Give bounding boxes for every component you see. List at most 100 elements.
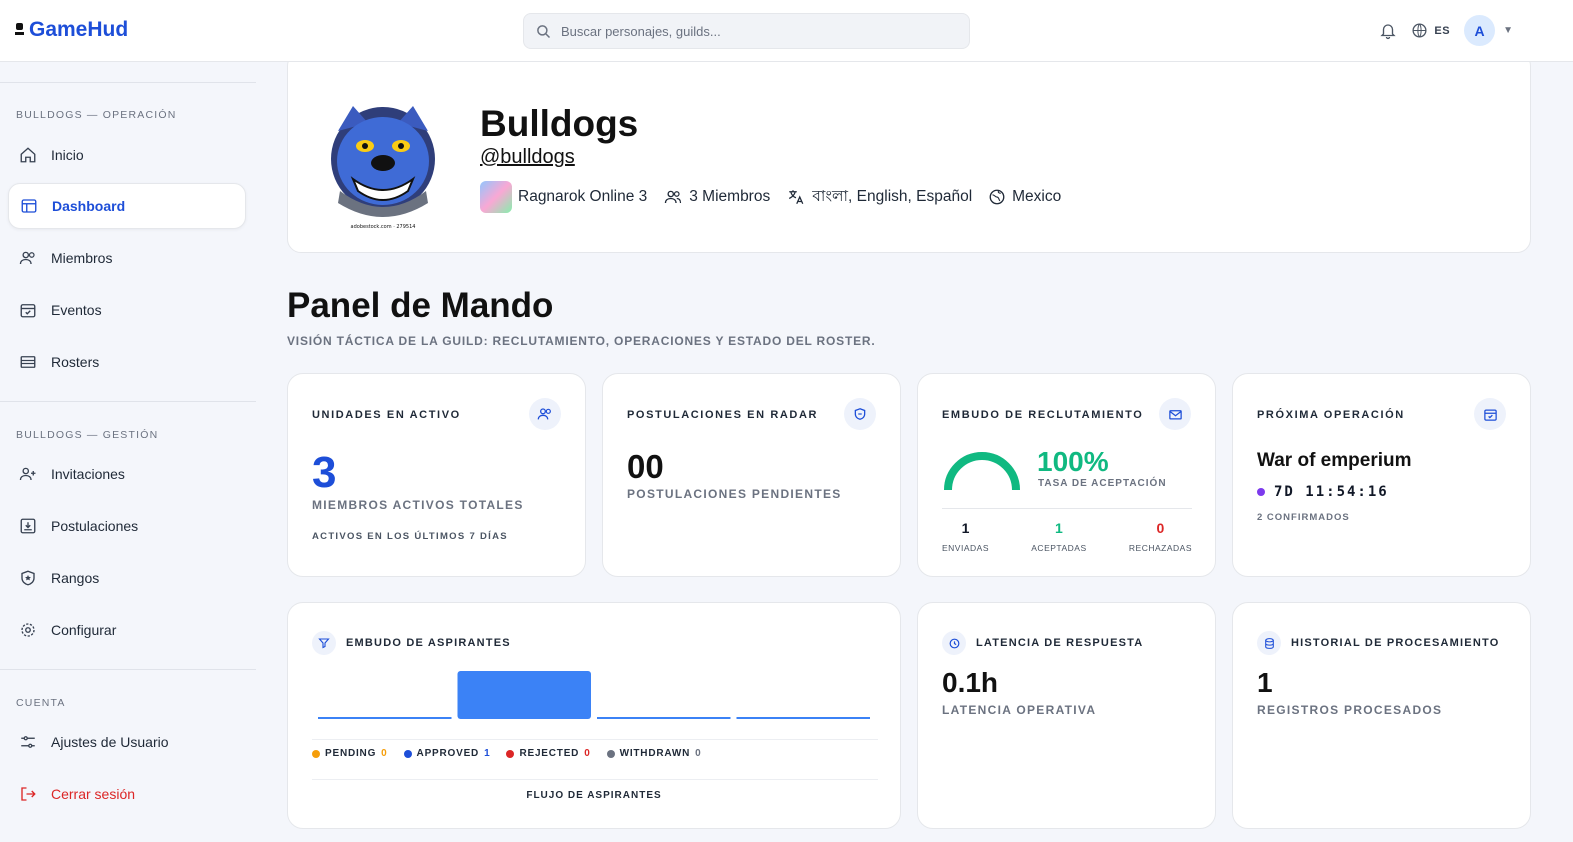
game-thumbnail <box>480 181 512 213</box>
card-subtitle: MIEMBROS ACTIVOS TOTALES <box>312 498 524 512</box>
legend-count: 0 <box>381 748 388 759</box>
sidebar-item-miembros[interactable]: Miembros <box>8 235 246 281</box>
acceptance-rate: 100% <box>1037 446 1109 477</box>
user-avatar[interactable]: A <box>1464 15 1496 46</box>
sidebar-divider <box>0 401 256 402</box>
sidebar-item-label: Rosters <box>51 354 100 370</box>
chevron-down-icon[interactable]: ▼ <box>1503 25 1513 36</box>
legend-item-approved: APPROVED 1 <box>403 748 491 759</box>
clock-icon <box>942 631 966 655</box>
recruitment-funnel-card: EMBUDO DE RECLUTAMIENTO 100% TASA DE ACE… <box>917 373 1216 577</box>
next-operation-card[interactable]: PRÓXIMA OPERACIÓN War of emperium 7D 11:… <box>1232 373 1531 577</box>
sidebar-item-label: Rangos <box>51 570 100 586</box>
active-units-card: UNIDADES EN ACTIVO 3 MIEMBROS ACTIVOS TO… <box>287 373 586 577</box>
sidebar-item-dashboard[interactable]: Dashboard <box>8 183 246 229</box>
calendar-icon <box>1474 398 1506 430</box>
shield-star-icon <box>18 568 38 588</box>
acceptance-gauge <box>944 452 1020 491</box>
card-title: UNIDADES EN ACTIVO <box>312 409 461 421</box>
users-icon <box>18 248 38 268</box>
sidebar-item-eventos[interactable]: Eventos <box>8 287 246 333</box>
page-subtitle: VISIÓN TÁCTICA DE LA GUILD: RECLUTAMIENT… <box>287 334 876 348</box>
sidebar-item-configurar[interactable]: Configurar <box>8 607 246 653</box>
translate-icon <box>789 190 804 205</box>
guild-handle[interactable]: @bulldogs <box>480 146 575 169</box>
gear-icon <box>18 620 38 640</box>
card-title: PRÓXIMA OPERACIÓN <box>1257 409 1405 421</box>
home-icon <box>18 145 38 165</box>
members-text: 3 Miembros <box>689 188 771 205</box>
chart-legend: PENDING 0 APPROVED 1 REJECTED 0 WITHDRAW… <box>312 748 701 759</box>
list-icon <box>18 352 38 372</box>
sidebar-divider <box>0 669 256 670</box>
inbox-download-icon <box>18 516 38 536</box>
legend-label: WITHDRAWN <box>619 748 691 759</box>
legend-label: REJECTED <box>519 748 580 759</box>
languages-text: বাংলা, English, Español <box>812 188 973 205</box>
bell-icon[interactable] <box>1379 22 1397 40</box>
bar-rejected[interactable] <box>597 717 731 719</box>
country-text: Mexico <box>1012 188 1062 205</box>
sidebar-item-rangos[interactable]: Rangos <box>8 555 246 601</box>
card-subtitle: LATENCIA OPERATIVA <box>942 703 1097 717</box>
sidebar-item-label: Miembros <box>51 250 113 266</box>
active-count: 3 <box>312 448 337 497</box>
legend-count: 1 <box>484 748 491 759</box>
user-plus-icon <box>18 464 38 484</box>
sidebar-item-inicio[interactable]: Inicio <box>8 132 246 178</box>
filter-icon <box>312 631 336 655</box>
countdown-value: 7D 11:54:16 <box>1274 484 1389 500</box>
chart-divider <box>312 739 878 740</box>
sidebar-item-ajustes[interactable]: Ajustes de Usuario <box>8 719 246 765</box>
legend-label: PENDING <box>325 748 377 759</box>
shield-icon <box>844 398 876 430</box>
sidebar-item-rosters[interactable]: Rosters <box>8 339 246 385</box>
bar-approved[interactable] <box>457 671 592 719</box>
chart-footer: FLUJO DE ASPIRANTES <box>526 790 662 801</box>
sidebar-item-label: Inicio <box>51 147 84 163</box>
sidebar-item-label: Postulaciones <box>51 518 139 534</box>
card-note: ACTIVOS EN LOS ÚLTIMOS 7 DÍAS <box>312 531 508 542</box>
legend-item-withdrawn: WITHDRAWN 0 <box>606 748 702 759</box>
app-logo[interactable]: GameHud <box>15 18 128 42</box>
calendar-check-icon <box>18 300 38 320</box>
search-input[interactable] <box>561 23 941 39</box>
stat-rejected: 0 RECHAZADAS <box>1129 520 1192 553</box>
section-header: EMBUDO DE ASPIRANTES <box>312 631 511 655</box>
section-header: LATENCIA DE RESPUESTA <box>942 631 1143 655</box>
sliders-icon <box>18 732 38 752</box>
sidebar-item-postulaciones[interactable]: Postulaciones <box>8 503 246 549</box>
legend-dot <box>312 749 320 758</box>
sidebar-item-invitaciones[interactable]: Invitaciones <box>8 451 246 497</box>
stat-label: ACEPTADAS <box>1031 543 1087 553</box>
logo-icon <box>15 23 25 37</box>
sidebar-divider <box>0 82 256 83</box>
languages: বাংলা, English, Español <box>786 184 972 210</box>
legend-label: APPROVED <box>416 748 480 759</box>
funnel-stats: 1 ENVIADAS 1 ACEPTADAS 0 RECHAZADAS <box>942 508 1192 553</box>
applications-card: POSTULACIONES EN RADAR 00 POSTULACIONES … <box>602 373 901 577</box>
latency-value: 0.1h <box>942 667 999 698</box>
language-switcher[interactable]: ES <box>1411 22 1450 39</box>
bar-pending[interactable] <box>318 717 452 719</box>
page-title: Panel de Mando <box>287 286 554 325</box>
search-box[interactable] <box>523 13 970 49</box>
sidebar-item-label: Eventos <box>51 302 102 318</box>
sidebar-item-label: Invitaciones <box>51 466 125 482</box>
bar-withdrawn[interactable] <box>736 717 871 719</box>
members-count: 3 Miembros <box>663 188 770 206</box>
legend-count: 0 <box>584 748 591 759</box>
section-title: HISTORIAL DE PROCESAMIENTO <box>1291 637 1500 649</box>
users-icon <box>665 190 682 204</box>
applicant-bar-chart <box>318 671 871 719</box>
card-subtitle: POSTULACIONES PENDIENTES <box>627 487 842 501</box>
game-tag[interactable]: Ragnarok Online 3 <box>480 181 647 213</box>
stat-sent: 1 ENVIADAS <box>942 520 989 553</box>
applicant-funnel-card: EMBUDO DE ASPIRANTES PENDING 0 APPROVED … <box>287 602 901 829</box>
chart-divider <box>312 779 878 780</box>
guild-meta: Ragnarok Online 3 3 Miembros বাংলা, Engl… <box>480 181 1061 213</box>
acceptance-rate-label: TASA DE ACEPTACIÓN <box>1038 478 1167 489</box>
sidebar-item-label: Configurar <box>51 622 117 638</box>
sidebar-item-logout[interactable]: Cerrar sesión <box>8 771 246 817</box>
sidebar-section-cuenta: CUENTA <box>16 697 66 709</box>
